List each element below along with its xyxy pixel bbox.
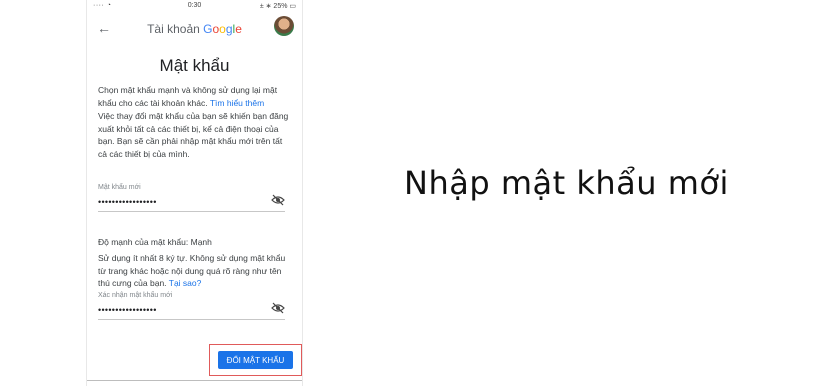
- submit-highlight: ĐỔI MẬT KHẨU: [209, 344, 302, 376]
- new-password-underline: [98, 211, 285, 212]
- password-strength: Độ mạnh của mật khẩu: Mạnh: [98, 237, 212, 247]
- battery-indicator: ± ∗ 25% ▭: [259, 3, 296, 10]
- confirm-password-underline: [98, 319, 285, 320]
- confirm-password-field[interactable]: Xác nhận mật khẩu mới •••••••••••••••••: [98, 292, 285, 322]
- bottom-divider: [87, 380, 302, 381]
- visibility-off-icon[interactable]: [271, 194, 285, 206]
- page-title: Mật khẩu: [159, 56, 230, 75]
- password-hint: Sử dụng ít nhất 8 ký tự. Không sử dụng m…: [98, 253, 286, 288]
- caption-text: Nhập mật khẩu mới: [404, 164, 729, 202]
- visibility-off-icon[interactable]: [271, 302, 285, 314]
- avatar[interactable]: [274, 16, 294, 36]
- confirm-password-input[interactable]: •••••••••••••••••: [98, 305, 157, 315]
- status-bar: ···· ◔ 0:30 ± ∗ 25% ▭: [87, 0, 302, 12]
- new-password-label: Mật khẩu mới: [98, 184, 141, 191]
- phone-screen: ···· ◔ 0:30 ± ∗ 25% ▭ ← Tài khoản Google…: [86, 0, 303, 386]
- intro-text: Chọn mật khẩu mạnh và không sử dụng lại …: [98, 85, 278, 108]
- change-password-button[interactable]: ĐỔI MẬT KHẨU: [218, 351, 293, 369]
- why-link[interactable]: Tại sao?: [169, 278, 202, 288]
- new-password-input[interactable]: •••••••••••••••••: [98, 197, 157, 207]
- signout-notice: Việc thay đổi mật khẩu của bạn sẽ khiến …: [98, 111, 289, 159]
- app-title-prefix: Tài khoản: [147, 22, 204, 36]
- learn-more-link[interactable]: Tìm hiểu thêm: [210, 98, 264, 108]
- app-title: Tài khoản Google: [87, 22, 302, 36]
- confirm-password-label: Xác nhận mật khẩu mới: [98, 292, 173, 299]
- strength-value: Mạnh: [190, 237, 212, 247]
- google-logo: Google: [203, 22, 242, 36]
- new-password-field[interactable]: Mật khẩu mới •••••••••••••••••: [98, 184, 285, 214]
- app-bar: ← Tài khoản Google: [87, 14, 302, 44]
